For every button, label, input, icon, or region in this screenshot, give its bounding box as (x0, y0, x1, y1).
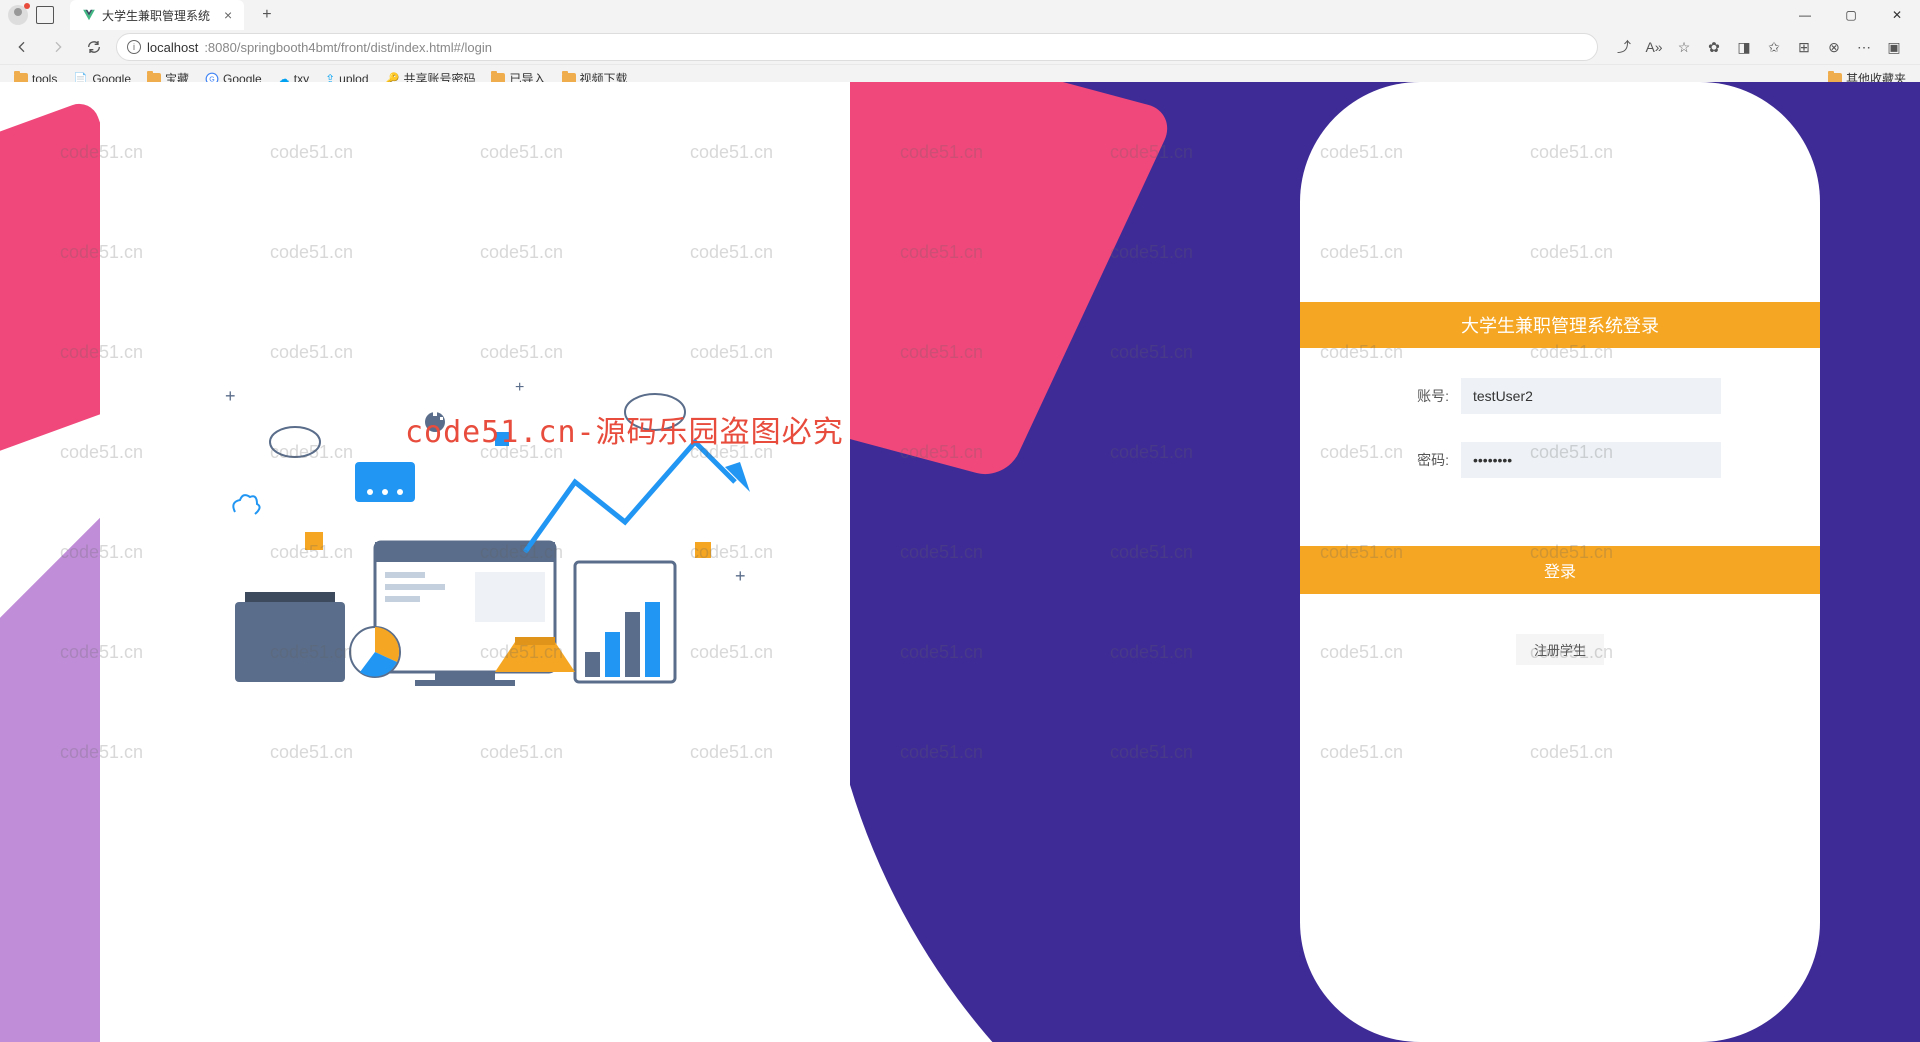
watermark-repeat: code51.cn (1530, 242, 1613, 263)
back-button[interactable] (8, 33, 36, 61)
watermark-repeat: code51.cn (270, 242, 353, 263)
watermark-repeat: code51.cn (900, 542, 983, 563)
window-controls: — ▢ ✕ (1782, 0, 1920, 30)
watermark-repeat: code51.cn (270, 642, 353, 663)
watermark-repeat: code51.cn (900, 642, 983, 663)
username-label: 账号: (1399, 386, 1449, 406)
watermark-repeat: code51.cn (900, 342, 983, 363)
watermark-repeat: code51.cn (60, 142, 143, 163)
watermark-repeat: code51.cn (1110, 442, 1193, 463)
watermark-repeat: code51.cn (270, 442, 353, 463)
watermark-repeat: code51.cn (1110, 642, 1193, 663)
username-row: 账号: (1350, 378, 1770, 414)
watermark-repeat: code51.cn (60, 542, 143, 563)
watermark-repeat: code51.cn (900, 442, 983, 463)
workspace-icon[interactable] (36, 6, 54, 24)
watermark-repeat: code51.cn (900, 142, 983, 163)
watermark-repeat: code51.cn (690, 642, 773, 663)
watermark-repeat: code51.cn (1320, 142, 1403, 163)
tab-title: 大学生兼职管理系统 (102, 7, 210, 24)
url-box[interactable]: i localhost :8080/springbooth4bmt/front/d… (116, 33, 1598, 61)
addressbar-right: ⤴ A» ☆ ✿ ◨ ✩ ⊞ ⊗ ⋯ ▣ (1606, 37, 1912, 57)
watermark-repeat: code51.cn (900, 742, 983, 763)
watermark-repeat: code51.cn (1320, 442, 1403, 463)
url-path: :8080/springbooth4bmt/front/dist/index.h… (204, 40, 492, 55)
watermark-repeat: code51.cn (480, 142, 563, 163)
watermark-repeat: code51.cn (690, 542, 773, 563)
watermark-repeat: code51.cn (690, 742, 773, 763)
share-icon[interactable]: ⤴ (1614, 37, 1634, 57)
watermark-repeat: code51.cn (270, 142, 353, 163)
watermark-repeat: code51.cn (60, 342, 143, 363)
watermark-repeat: code51.cn (60, 442, 143, 463)
new-tab-button[interactable]: + (252, 6, 281, 24)
read-aloud-icon[interactable]: A» (1644, 37, 1664, 57)
more-icon[interactable]: ⋯ (1854, 37, 1874, 57)
vue-favicon-icon (82, 8, 96, 22)
watermark-repeat: code51.cn (480, 242, 563, 263)
watermark-repeat: code51.cn (60, 242, 143, 263)
split-icon[interactable]: ▣ (1884, 37, 1904, 57)
forward-button[interactable] (44, 33, 72, 61)
watermark-repeat: code51.cn (270, 342, 353, 363)
collections-icon[interactable]: ⊞ (1794, 37, 1814, 57)
profile-icon[interactable] (8, 5, 28, 25)
watermark-repeat: code51.cn (1530, 642, 1613, 663)
minimize-button[interactable]: — (1782, 0, 1828, 30)
watermark-repeat: code51.cn (1320, 242, 1403, 263)
watermark-repeat: code51.cn (1110, 142, 1193, 163)
watermark-repeat: code51.cn (1110, 342, 1193, 363)
watermark-repeat: code51.cn (480, 342, 563, 363)
refresh-button[interactable] (80, 33, 108, 61)
watermark-repeat: code51.cn (1110, 542, 1193, 563)
watermark-repeat: code51.cn (270, 742, 353, 763)
watermark-repeat: code51.cn (1530, 742, 1613, 763)
titlebar-left: 大学生兼职管理系统 × + (0, 0, 282, 30)
watermark-repeat: code51.cn (270, 542, 353, 563)
url-host: localhost (147, 40, 198, 55)
watermark-repeat: code51.cn (1530, 142, 1613, 163)
watermark-repeat: code51.cn (690, 242, 773, 263)
page-content: + + + 大学生兼职管理系统登录 账号: 密码: 登录 注册学生 code51… (0, 82, 1920, 1042)
watermark-repeat: code51.cn (1320, 342, 1403, 363)
tab-close-icon[interactable]: × (224, 7, 232, 23)
internet-icon[interactable]: ⊗ (1824, 37, 1844, 57)
addressbar: i localhost :8080/springbooth4bmt/front/d… (0, 30, 1920, 64)
favorites-icon[interactable]: ✩ (1764, 37, 1784, 57)
watermark-repeat: code51.cn (60, 742, 143, 763)
maximize-button[interactable]: ▢ (1828, 0, 1874, 30)
sidebar-icon[interactable]: ◨ (1734, 37, 1754, 57)
watermark-repeat: code51.cn (690, 342, 773, 363)
browser-tab[interactable]: 大学生兼职管理系统 × (70, 0, 244, 30)
watermark-repeat: code51.cn (690, 142, 773, 163)
watermark-main: code51.cn-源码乐园盗图必究 (405, 407, 844, 451)
watermark-repeat: code51.cn (480, 642, 563, 663)
password-label: 密码: (1399, 450, 1449, 470)
watermark-repeat: code51.cn (1110, 242, 1193, 263)
site-info-icon[interactable]: i (127, 40, 141, 54)
watermark-repeat: code51.cn (480, 742, 563, 763)
close-window-button[interactable]: ✕ (1874, 0, 1920, 30)
watermark-repeat: code51.cn (1530, 342, 1613, 363)
titlebar: 大学生兼职管理系统 × + — ▢ ✕ (0, 0, 1920, 30)
watermark-repeat: code51.cn (480, 542, 563, 563)
svg-text:+: + (515, 379, 524, 396)
watermark-repeat: code51.cn (1110, 742, 1193, 763)
svg-text:+: + (225, 386, 236, 406)
browser-chrome: 大学生兼职管理系统 × + — ▢ ✕ i localhost :8080/spr… (0, 0, 1920, 82)
watermark-repeat: code51.cn (1320, 542, 1403, 563)
watermark-repeat: code51.cn (900, 242, 983, 263)
username-input[interactable] (1461, 378, 1721, 414)
watermark-repeat: code51.cn (1320, 642, 1403, 663)
watermark-repeat: code51.cn (60, 642, 143, 663)
watermark-repeat: code51.cn (1320, 742, 1403, 763)
svg-text:+: + (735, 566, 746, 586)
watermark-repeat: code51.cn (1530, 442, 1613, 463)
watermark-repeat: code51.cn (1530, 542, 1613, 563)
extension-icon[interactable]: ✿ (1704, 37, 1724, 57)
star-icon[interactable]: ☆ (1674, 37, 1694, 57)
